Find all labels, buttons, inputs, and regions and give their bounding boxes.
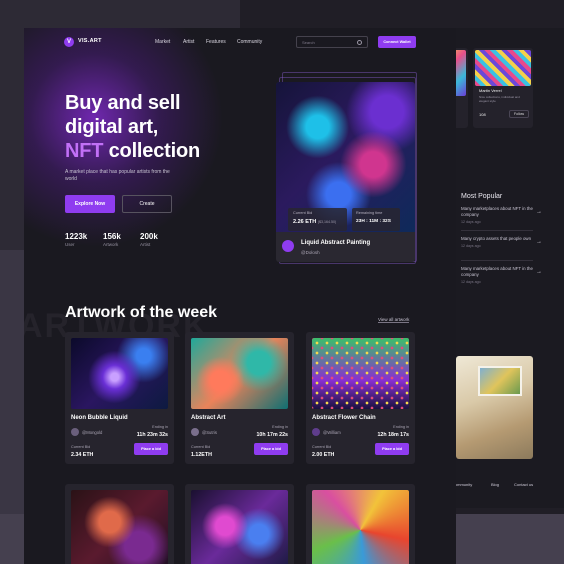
current-bid-value: 2.26 ETH ($3,164.50) bbox=[293, 219, 337, 225]
ending-value: 10h 17m 22s bbox=[256, 432, 288, 438]
ending-label: Ending in bbox=[152, 425, 168, 429]
artwork-section-title: Artwork of the week bbox=[65, 304, 218, 321]
artwork-image bbox=[312, 338, 409, 409]
nav-link-features[interactable]: Features bbox=[206, 39, 226, 45]
artwork-image bbox=[191, 490, 288, 564]
follow-button[interactable]: Follow bbox=[509, 110, 529, 118]
artwork-image bbox=[71, 338, 168, 409]
remaining-time-label: Remaining time bbox=[356, 211, 383, 215]
connect-wallet-button[interactable]: Connect Wallet bbox=[378, 36, 416, 48]
current-bid-box: Current Bid 2.26 ETH ($3,164.50) bbox=[288, 208, 347, 231]
artwork-image bbox=[71, 490, 168, 564]
popular-item[interactable]: Many crypto assets that people own 12 day… bbox=[461, 236, 542, 249]
artist-desc: Nice collections, individual and elegant… bbox=[479, 95, 520, 103]
current-bid-label: Current Bid bbox=[312, 445, 332, 449]
stat-label-artwork: Artwork bbox=[103, 242, 119, 247]
main-page: V VIS.ART Market Artist Features Communi… bbox=[24, 28, 456, 564]
remaining-time-box: Remaining time 23H : 11M : 32S bbox=[352, 208, 400, 231]
nav-link-artist[interactable]: Artist bbox=[183, 39, 194, 45]
artwork-name: Abstract Flower Chain bbox=[312, 415, 376, 421]
hero-heading-line2: digital art, bbox=[65, 116, 159, 138]
featured-title[interactable]: Liquid Abstract Painting bbox=[301, 240, 370, 246]
artwork-image bbox=[191, 338, 288, 409]
stat-value-artist: 200k bbox=[140, 232, 158, 241]
search-placeholder: Search bbox=[302, 40, 315, 45]
hero-heading-line3: NFT collection bbox=[65, 139, 200, 163]
artwork-card[interactable] bbox=[185, 484, 294, 564]
remaining-time-value: 23H : 11M : 32S bbox=[356, 219, 391, 224]
artwork-user[interactable]: @William bbox=[323, 430, 341, 435]
arrow-right-icon: → bbox=[536, 209, 542, 215]
artist-card: Martin Verrel Nice collections, individu… bbox=[473, 48, 533, 128]
room-photo bbox=[456, 356, 533, 459]
popular-item[interactable]: Many marketplaces about NFT in the compa… bbox=[461, 266, 542, 285]
arrow-right-icon: → bbox=[536, 269, 542, 275]
artwork-user[interactable]: @Mongold bbox=[82, 430, 102, 435]
top-nav: V VIS.ART Market Artist Features Communi… bbox=[24, 28, 456, 56]
place-bid-button[interactable]: Place a bid bbox=[134, 443, 168, 455]
footer-link-contact[interactable]: Contact us bbox=[514, 482, 533, 487]
featured-avatar bbox=[282, 240, 294, 252]
place-bid-button[interactable]: Place a bid bbox=[375, 443, 409, 455]
artwork-user[interactable]: @Sutris bbox=[202, 430, 217, 435]
hero-subtitle: A market place that has popular artists … bbox=[65, 169, 170, 182]
featured-user[interactable]: @Dolosh bbox=[301, 250, 320, 255]
stat-label-users: User bbox=[65, 242, 75, 247]
artist-stat: 108 bbox=[479, 112, 486, 117]
logo-icon[interactable]: V bbox=[64, 37, 74, 47]
stat-value-users: 1223k bbox=[65, 232, 88, 241]
current-bid-label: Current Bid bbox=[191, 445, 211, 449]
artwork-card[interactable] bbox=[65, 484, 174, 564]
avatar bbox=[71, 428, 79, 436]
stat-value-artwork: 156k bbox=[103, 232, 121, 241]
search-icon bbox=[357, 40, 362, 45]
nav-link-community[interactable]: Community bbox=[237, 39, 262, 45]
current-bid-label: Current Bid bbox=[71, 445, 91, 449]
current-bid-value: 2.00 ETH bbox=[312, 452, 335, 458]
hero-heading-line1: Buy and sell bbox=[65, 92, 181, 114]
avatar bbox=[312, 428, 320, 436]
place-bid-button[interactable]: Place a bid bbox=[254, 443, 288, 455]
artwork-card[interactable]: Abstract Art @Sutris Ending in 10h 17m 2… bbox=[185, 332, 294, 464]
featured-card[interactable] bbox=[276, 82, 415, 262]
artwork-card[interactable]: Neon Bubble Liquid @Mongold Ending in 11… bbox=[65, 332, 174, 464]
artist-artwork bbox=[475, 50, 531, 86]
artist-name: Martin Verrel bbox=[479, 88, 502, 93]
current-bid-label: Current Bid bbox=[293, 211, 313, 215]
footer-link-blog[interactable]: Blog bbox=[491, 482, 499, 487]
create-button[interactable]: Create bbox=[122, 195, 172, 213]
arrow-right-icon: → bbox=[536, 239, 542, 245]
hero-accent: NFT bbox=[65, 140, 104, 162]
explore-now-button[interactable]: Explore Now bbox=[65, 195, 115, 213]
ending-label: Ending in bbox=[393, 425, 409, 429]
view-all-artwork-link[interactable]: View all artwork bbox=[378, 317, 410, 323]
artwork-name: Neon Bubble Liquid bbox=[71, 415, 128, 421]
current-bid-value: 1.12ETH bbox=[191, 452, 212, 458]
popular-item[interactable]: Many marketplaces about NFT in the compa… bbox=[461, 206, 542, 225]
nav-link-market[interactable]: Market bbox=[155, 39, 170, 45]
artwork-card[interactable] bbox=[306, 484, 415, 564]
current-bid-value: 2.34 ETH bbox=[71, 452, 94, 458]
hero-heading-rest: collection bbox=[103, 140, 201, 162]
artwork-name: Abstract Art bbox=[191, 415, 226, 421]
ending-value: 11h 23m 32s bbox=[136, 432, 168, 438]
most-popular-title: Most Popular bbox=[461, 193, 503, 200]
logo-text[interactable]: VIS.ART bbox=[78, 38, 102, 44]
artwork-card[interactable]: Abstract Flower Chain @William Ending in… bbox=[306, 332, 415, 464]
search-input[interactable]: Search bbox=[296, 36, 368, 48]
ending-label: Ending in bbox=[272, 425, 288, 429]
artwork-image bbox=[312, 490, 409, 564]
stat-label-artist: Artist bbox=[140, 242, 151, 247]
ending-value: 12h 18m 17s bbox=[377, 432, 409, 438]
avatar bbox=[191, 428, 199, 436]
